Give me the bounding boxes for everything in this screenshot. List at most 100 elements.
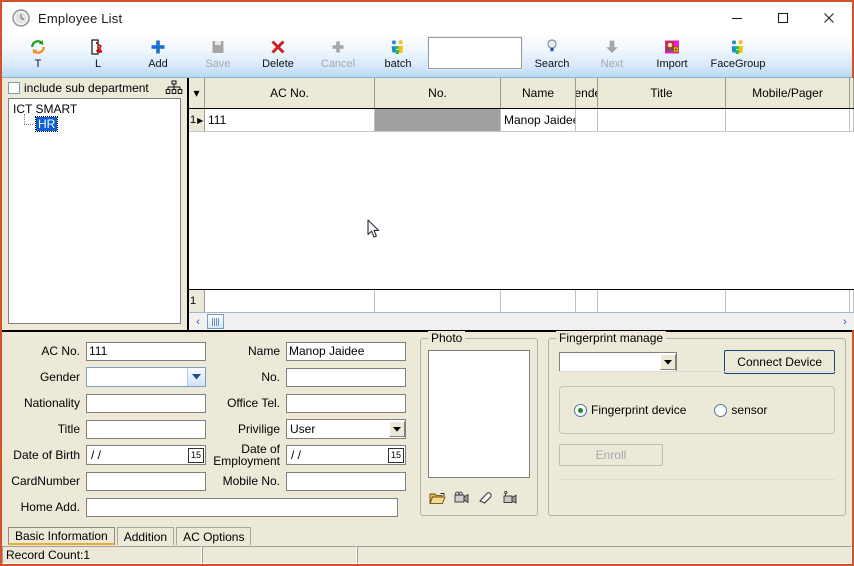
cell-ac-no[interactable]: 111: [205, 109, 375, 131]
enroll-button[interactable]: Enroll: [559, 444, 663, 466]
toolbar-button-next[interactable]: Next: [582, 34, 642, 77]
fingerprint-manage-group: Fingerprint manage Connect Device Finger…: [548, 331, 846, 516]
select-privilige[interactable]: User: [286, 419, 406, 439]
toolbar-button-batch[interactable]: batch: [368, 34, 428, 77]
grid-select-all-dropdown[interactable]: ▾: [189, 78, 205, 108]
footer-cell-no[interactable]: [375, 290, 501, 312]
input-name[interactable]: Manop Jaidee: [286, 341, 406, 361]
input-nationality[interactable]: [86, 393, 206, 413]
tree-connector-icon: [22, 114, 36, 130]
date-of-birth-value: / /: [91, 448, 102, 462]
select-gender[interactable]: [86, 367, 206, 387]
include-sub-department-checkbox[interactable]: [8, 82, 20, 94]
cell-name[interactable]: Manop Jaidee: [501, 109, 576, 131]
toolbar-button-import[interactable]: Import: [642, 34, 702, 77]
toolbar-button-refresh[interactable]: T: [8, 34, 68, 77]
toolbar-label-facegroup: FaceGroup: [710, 58, 766, 70]
maximize-button[interactable]: [760, 2, 806, 34]
scroll-left-icon[interactable]: ‹: [190, 314, 206, 329]
row-header-1[interactable]: 1 ▶: [189, 109, 205, 131]
input-date-of-birth[interactable]: / / 15: [86, 445, 206, 465]
tab-basic-information[interactable]: Basic Information: [8, 527, 115, 545]
tree-node-hr[interactable]: HR: [34, 116, 59, 132]
employee-list-window: Employee List T L Add Save Delete Cancel…: [0, 0, 854, 566]
grid-col-title[interactable]: Title: [598, 78, 726, 108]
eraser-icon[interactable]: [477, 491, 494, 508]
footer-cell-mobile-pager[interactable]: [726, 290, 850, 312]
input-title[interactable]: [86, 419, 206, 439]
scroll-right-icon[interactable]: ›: [837, 314, 853, 329]
radio-sensor[interactable]: sensor: [714, 403, 767, 417]
footer-cell-filler: [850, 290, 854, 312]
window-caption-buttons: [714, 2, 852, 34]
input-mobile-no[interactable]: [286, 471, 406, 491]
input-cardnumber[interactable]: [86, 471, 206, 491]
row-nationality: Nationality Office Tel.: [8, 390, 412, 416]
cell-no[interactable]: [375, 109, 501, 131]
label-mobile-no: Mobile No.: [222, 474, 280, 488]
toolbar-button-facegroup[interactable]: FaceGroup: [702, 34, 774, 77]
footer-cell-title[interactable]: [598, 290, 726, 312]
import-icon: [663, 37, 681, 57]
footer-cell-ac-no[interactable]: [205, 290, 375, 312]
input-home-add[interactable]: [86, 497, 398, 517]
label-gender: Gender: [39, 370, 80, 384]
grid-col-filler: [850, 78, 854, 108]
grid-col-mobile-pager[interactable]: Mobile/Pager: [726, 78, 850, 108]
input-no[interactable]: [286, 367, 406, 387]
top-body: include sub department ICT SMART HR ▾ AC…: [2, 78, 854, 330]
minimize-button[interactable]: [714, 2, 760, 34]
cell-gender[interactable]: [576, 109, 598, 131]
footer-cell-name[interactable]: [501, 290, 576, 312]
scrollbar-thumb[interactable]: [207, 314, 224, 329]
grid-col-gender[interactable]: iende: [576, 78, 598, 108]
row-current-marker-icon: ▶: [197, 115, 204, 125]
status-bar: Record Count:1: [2, 545, 852, 564]
face-group-icon: [729, 37, 747, 57]
grid-col-name[interactable]: Name: [501, 78, 576, 108]
cell-title[interactable]: [598, 109, 726, 131]
select-fingerprint-device[interactable]: [559, 352, 677, 372]
grid-empty-area: [189, 132, 854, 289]
radio-sensor-label: sensor: [731, 403, 768, 417]
video-camera-icon[interactable]: [501, 490, 518, 508]
org-chart-icon[interactable]: [165, 80, 183, 96]
row-gender: Gender No.: [8, 364, 412, 390]
label-name: Name: [247, 344, 280, 358]
table-row[interactable]: 1 ▶ 111 Manop Jaidee: [189, 109, 854, 132]
toolbar-button-leave[interactable]: L: [68, 34, 128, 77]
toolbar-button-delete[interactable]: Delete: [248, 34, 308, 77]
cell-mobile-pager[interactable]: [726, 109, 850, 131]
label-privilige: Privilige: [237, 422, 280, 436]
department-tree[interactable]: ICT SMART HR: [8, 98, 181, 324]
input-date-of-employment[interactable]: / / 15: [286, 445, 406, 465]
photo-toolbar: [429, 490, 518, 508]
calendar-icon[interactable]: 15: [188, 447, 204, 463]
toolbar-button-cancel[interactable]: Cancel: [308, 34, 368, 77]
open-folder-icon[interactable]: [429, 491, 446, 508]
tab-ac-options[interactable]: AC Options: [176, 527, 252, 545]
toolbar-button-add[interactable]: Add: [128, 34, 188, 77]
footer-row-header[interactable]: 1: [189, 290, 205, 312]
grid-col-ac-no[interactable]: AC No.: [205, 78, 375, 108]
toolbar-button-search[interactable]: Search: [522, 34, 582, 77]
search-input[interactable]: [428, 37, 522, 69]
close-button[interactable]: [806, 2, 852, 34]
capture-camera-icon[interactable]: [453, 491, 470, 508]
radio-sensor-icon: [714, 403, 728, 417]
radio-fingerprint-device[interactable]: Fingerprint device: [574, 403, 686, 417]
calendar-icon-employment[interactable]: 15: [388, 447, 404, 463]
photo-group-caption: Photo: [428, 331, 466, 345]
toolbar-button-save[interactable]: Save: [188, 34, 248, 77]
footer-cell-gender[interactable]: [576, 290, 598, 312]
input-ac-no[interactable]: 111: [86, 341, 206, 361]
photo-preview[interactable]: [428, 350, 530, 478]
input-office-tel[interactable]: [286, 393, 406, 413]
tab-addition[interactable]: Addition: [116, 527, 175, 545]
radio-fingerprint-device-label: Fingerprint device: [591, 403, 687, 417]
grid-col-no[interactable]: No.: [375, 78, 501, 108]
down-arrow-icon: [603, 37, 621, 57]
clock-icon: [10, 7, 32, 29]
tree-node-root[interactable]: ICT SMART: [12, 101, 180, 116]
grid-horizontal-scrollbar[interactable]: ‹ ›: [189, 312, 854, 330]
